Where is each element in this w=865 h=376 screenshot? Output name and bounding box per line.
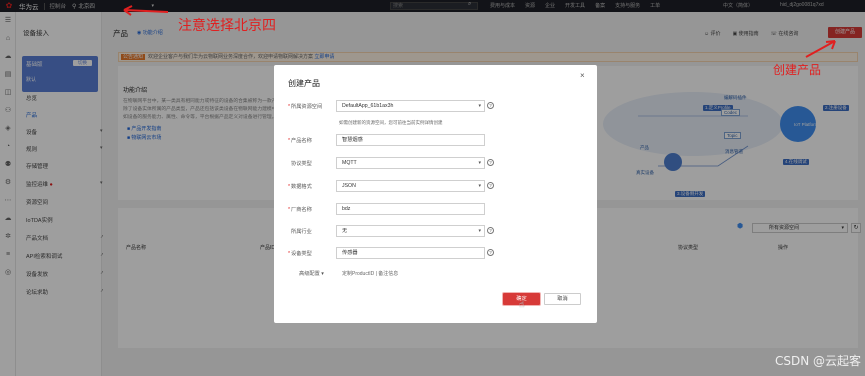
annotation-region-note: 注意选择北京四: [178, 18, 276, 34]
annotation-arrow: [123, 9, 169, 13]
watermark: CSDN @云起客: [775, 354, 862, 368]
annotation-create-note: 创建产品: [773, 63, 822, 77]
annotation-layer: [123, 5, 836, 58]
annotation-arrow: [805, 40, 836, 58]
